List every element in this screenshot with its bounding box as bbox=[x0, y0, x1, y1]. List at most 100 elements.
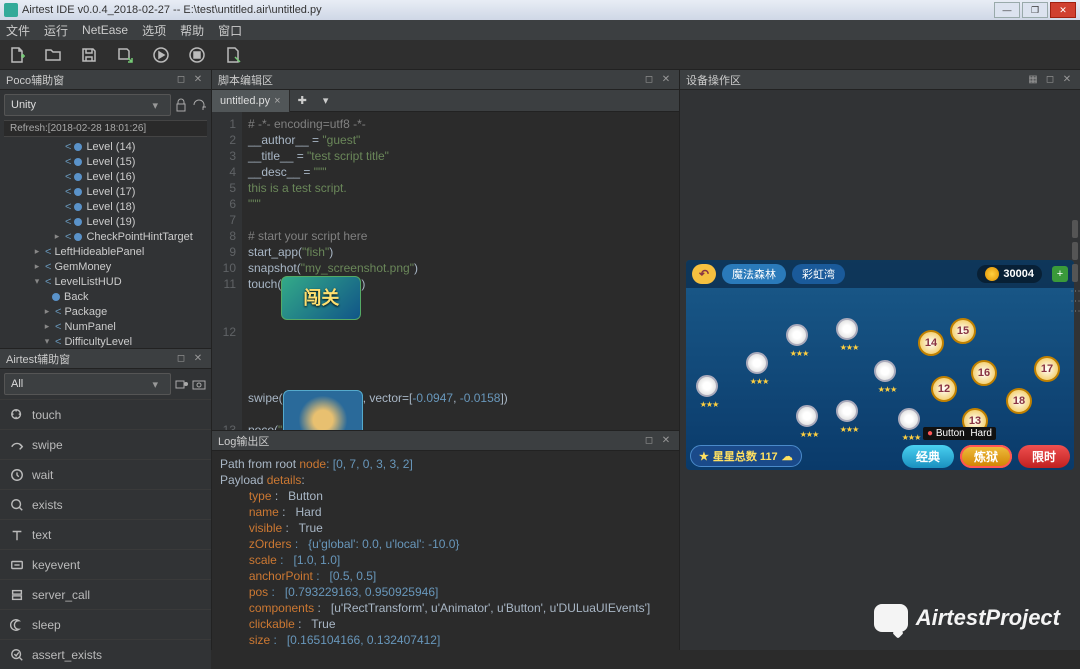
action-keyevent[interactable]: keyevent bbox=[0, 549, 211, 579]
panel-close-icon[interactable]: ✕ bbox=[191, 73, 205, 87]
panel-close-icon[interactable]: ✕ bbox=[659, 434, 673, 448]
run-icon[interactable] bbox=[152, 46, 170, 64]
menu-run[interactable]: 运行 bbox=[44, 22, 68, 39]
level-badge-1[interactable]: ★★★ bbox=[696, 375, 722, 405]
camera-icon[interactable] bbox=[191, 376, 207, 392]
level-node-17[interactable]: 17 bbox=[1034, 356, 1060, 382]
menu-window[interactable]: 窗口 bbox=[218, 22, 242, 39]
add-tab-button[interactable]: ✚ bbox=[290, 94, 315, 107]
action-exists[interactable]: exists bbox=[0, 489, 211, 519]
open-folder-icon[interactable] bbox=[44, 46, 62, 64]
menu-file[interactable]: 文件 bbox=[6, 22, 30, 39]
tree-row[interactable]: ▸<LeftHideablePanel bbox=[2, 244, 209, 259]
level-badge[interactable]: ★★★ bbox=[786, 324, 812, 354]
difficulty-hard[interactable]: 炼狱 bbox=[960, 445, 1012, 468]
report-icon[interactable] bbox=[224, 46, 242, 64]
tab-label: untitled.py bbox=[220, 95, 270, 107]
driver-select[interactable]: Unity ▾ bbox=[4, 94, 171, 116]
difficulty-superhard[interactable]: 限时 bbox=[1018, 445, 1070, 468]
tree-row[interactable]: ▸<CheckPointHintTarget bbox=[2, 229, 209, 244]
touch-template-image: 闯关 bbox=[281, 276, 361, 320]
tree-row[interactable]: <Level (18) bbox=[2, 199, 209, 214]
tree-row[interactable]: ▾<DifficultyLevel bbox=[2, 334, 209, 348]
tree-row[interactable]: <Level (16) bbox=[2, 169, 209, 184]
float-icon[interactable]: ◻ bbox=[174, 73, 188, 87]
world-tab-2[interactable]: 彩虹湾 bbox=[792, 264, 845, 284]
tab-menu-icon[interactable]: ▾ bbox=[315, 94, 337, 107]
add-coins-button[interactable]: + bbox=[1052, 266, 1068, 282]
maximize-button[interactable]: ❐ bbox=[1022, 2, 1048, 18]
code-body[interactable]: # -*- encoding=utf8 -*- __author__ = "gu… bbox=[242, 112, 679, 430]
save-as-icon[interactable] bbox=[116, 46, 134, 64]
float-icon[interactable]: ◻ bbox=[642, 73, 656, 87]
level-badge[interactable]: ★★★ bbox=[836, 318, 862, 348]
menu-options[interactable]: 选项 bbox=[142, 22, 166, 39]
tree-row[interactable]: <Level (14) bbox=[2, 139, 209, 154]
panel-close-icon[interactable]: ✕ bbox=[659, 73, 673, 87]
code-editor[interactable]: 12345678910 11 12 1314151617 # -*- encod… bbox=[212, 112, 679, 430]
float-icon[interactable]: ◻ bbox=[1043, 73, 1057, 87]
level-node-16[interactable]: 16 bbox=[971, 360, 997, 386]
tree-row[interactable]: ▸<Package bbox=[2, 304, 209, 319]
tree-row[interactable]: Back bbox=[2, 289, 209, 304]
grid-icon[interactable]: ▦ bbox=[1026, 73, 1040, 87]
minimize-button[interactable]: — bbox=[994, 2, 1020, 18]
action-sleep[interactable]: sleep bbox=[0, 609, 211, 639]
level-badge[interactable]: ★★★ bbox=[746, 352, 772, 382]
hierarchy-tree[interactable]: <Level (14)<Level (15)<Level (16)<Level … bbox=[0, 139, 211, 348]
device-title: 设备操作区 bbox=[686, 72, 741, 88]
menu-help[interactable]: 帮助 bbox=[180, 22, 204, 39]
tab-close-icon[interactable]: × bbox=[274, 95, 280, 107]
action-server_call[interactable]: server_call bbox=[0, 579, 211, 609]
action-assert_exists[interactable]: assert_exists bbox=[0, 639, 211, 669]
action-touch[interactable]: touch bbox=[0, 399, 211, 429]
device-side-controls[interactable]: ⋮⋮⋮ bbox=[1070, 220, 1080, 440]
level-node-12[interactable]: 12 bbox=[931, 376, 957, 402]
game-bottombar: ★ 星星总数 117 ☁ 经典 炼狱 限时 bbox=[686, 442, 1074, 470]
level-badge[interactable]: ★★★ bbox=[796, 405, 822, 435]
close-button[interactable]: ✕ bbox=[1050, 2, 1076, 18]
line-gutter: 12345678910 11 12 1314151617 bbox=[212, 112, 242, 430]
tree-row[interactable]: <Level (17) bbox=[2, 184, 209, 199]
world-tab-1[interactable]: 魔法森林 bbox=[722, 264, 786, 284]
panel-close-icon[interactable]: ✕ bbox=[191, 352, 205, 366]
filter-select[interactable]: All ▾ bbox=[4, 373, 171, 395]
tree-row[interactable]: ▾<LevelListHUD bbox=[2, 274, 209, 289]
tab-untitled[interactable]: untitled.py × bbox=[212, 90, 290, 112]
log-output[interactable]: Path from root node: [0, 7, 0, 3, 3, 2] … bbox=[212, 451, 679, 650]
tree-row[interactable]: <Level (19) bbox=[2, 214, 209, 229]
difficulty-simple[interactable]: 经典 bbox=[902, 445, 954, 468]
float-icon[interactable]: ◻ bbox=[642, 434, 656, 448]
record-icon[interactable] bbox=[173, 376, 189, 392]
menubar: 文件 运行 NetEase 选项 帮助 窗口 bbox=[0, 20, 1080, 40]
coin-count: 30004 bbox=[977, 265, 1042, 283]
tree-row[interactable]: ▸<NumPanel bbox=[2, 319, 209, 334]
level-badge[interactable]: ★★★ bbox=[836, 400, 862, 430]
action-wait[interactable]: wait bbox=[0, 459, 211, 489]
wechat-icon bbox=[874, 604, 908, 632]
panel-close-icon[interactable]: ✕ bbox=[1060, 73, 1074, 87]
chevron-down-icon: ▾ bbox=[152, 99, 158, 112]
game-screen[interactable]: ↶ 魔法森林 彩虹湾 30004 + ★★★ ★★★ ★★★ ★★★ ★★★ ★… bbox=[686, 260, 1074, 470]
level-node-14[interactable]: 14 bbox=[918, 330, 944, 356]
stop-icon[interactable] bbox=[188, 46, 206, 64]
back-button[interactable]: ↶ bbox=[692, 264, 716, 284]
refresh-icon[interactable] bbox=[191, 97, 207, 113]
save-icon[interactable] bbox=[80, 46, 98, 64]
level-badge[interactable]: ★★★ bbox=[874, 360, 900, 390]
new-file-icon[interactable] bbox=[8, 46, 26, 64]
action-text[interactable]: text bbox=[0, 519, 211, 549]
level-node-15[interactable]: 15 bbox=[950, 318, 976, 344]
chevron-down-icon: ▾ bbox=[152, 378, 158, 391]
menu-netease[interactable]: NetEase bbox=[82, 23, 128, 37]
tree-row[interactable]: ▸<GemMoney bbox=[2, 259, 209, 274]
poco-panel-header: Poco辅助窗 ◻ ✕ bbox=[0, 70, 211, 90]
level-node-18[interactable]: 18 bbox=[1006, 388, 1032, 414]
lock-icon[interactable] bbox=[173, 97, 189, 113]
device-view: ↶ 魔法森林 彩虹湾 30004 + ★★★ ★★★ ★★★ ★★★ ★★★ ★… bbox=[680, 90, 1080, 650]
device-panel-header: 设备操作区 ▦ ◻ ✕ bbox=[680, 70, 1080, 90]
tree-row[interactable]: <Level (15) bbox=[2, 154, 209, 169]
action-swipe[interactable]: swipe bbox=[0, 429, 211, 459]
level-badge[interactable]: ★★★ bbox=[898, 408, 924, 438]
float-icon[interactable]: ◻ bbox=[174, 352, 188, 366]
